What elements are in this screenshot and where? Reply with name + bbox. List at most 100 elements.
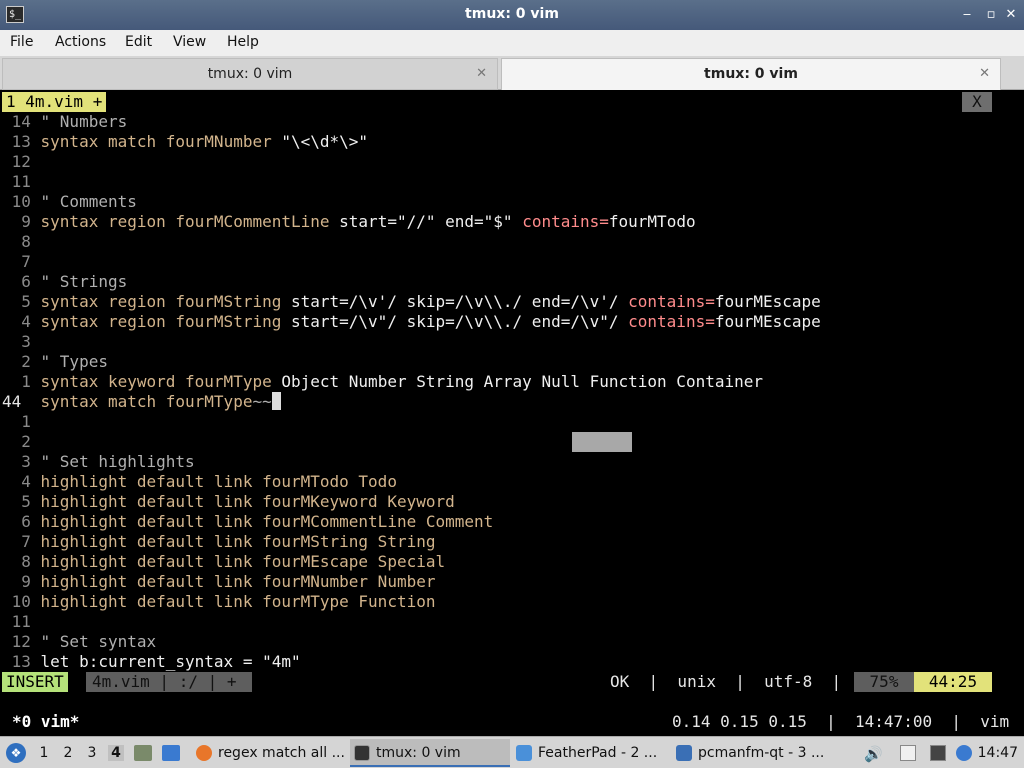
code-token: " Strings [40,272,128,291]
line-number: 44 [2,392,41,411]
line-number: 3 [2,332,41,351]
tmux-window-label[interactable]: *0 vim* [12,712,79,732]
code-line[interactable]: 7 highlight default link fourMString Str… [2,532,435,552]
workspace-1[interactable]: 1 [36,745,52,761]
vim-file-info: 4m.vim | :/ | + [86,672,252,692]
taskbar: ❖ 1 2 3 4 regex match all ... tmux: 0 vi… [0,736,1024,768]
clipboard-icon[interactable] [900,745,916,761]
file-manager-icon[interactable] [134,745,152,761]
vim-buffer-tab[interactable]: 1 4m.vim + [2,92,107,112]
window-title: tmux: 0 vim [465,6,559,22]
line-number: 5 [2,292,41,311]
code-line[interactable]: 4 syntax region fourMString start=/\v"/ … [2,312,821,332]
code-line[interactable]: 14 " Numbers [2,112,128,132]
volume-icon[interactable]: 🔊 [864,745,883,763]
code-token: syntax region fourMCommentLine [40,212,340,231]
menu-view[interactable]: View [173,34,206,50]
code-token: fourMEscape [714,312,821,331]
show-desktop-icon[interactable] [162,745,180,761]
menu-file[interactable]: File [10,34,33,50]
code-line[interactable]: 3 " Set highlights [2,452,195,472]
code-line[interactable]: 5 highlight default link fourMKeyword Ke… [2,492,454,512]
code-line[interactable]: 6 highlight default link fourMCommentLin… [2,512,493,532]
tab-label: tmux: 0 vim [704,66,798,82]
code-line[interactable]: 1 syntax keyword fourMType Object Number… [2,372,763,392]
vim-statusline: INSERT 4m.vim | :/ | + OK | unix | utf-8… [2,672,992,692]
tmux-status-right: 0.14 0.15 0.15 | 14:47:00 | vim [672,712,1010,731]
code-token: fourMEscape [714,292,821,311]
code-line[interactable]: 9 syntax region fourMCommentLine start="… [2,212,696,232]
start-menu-icon[interactable]: ❖ [6,743,26,763]
task-pcmanfm[interactable]: pcmanfm-qt - 3 ... [672,739,828,767]
code-line[interactable]: 10 highlight default link fourMType Func… [2,592,436,612]
code-line[interactable]: 12 [2,152,41,172]
code-line[interactable]: 9 highlight default link fourMNumber Num… [2,572,435,592]
line-number: 5 [2,492,41,511]
line-number: 6 [2,512,41,531]
code-line[interactable]: 8 highlight default link fourMEscape Spe… [2,552,445,572]
maximize-button[interactable]: ▫ [982,6,1000,24]
line-number: 1 [2,412,41,431]
tab-close-icon[interactable]: ✕ [979,59,990,89]
code-token: highlight default link fourMCommentLine … [40,512,494,531]
vim-mode-indicator: INSERT [2,672,68,692]
code-line[interactable]: 13 let b:current_syntax = "4m" [2,652,301,672]
code-line[interactable]: 8 [2,232,41,252]
update-notifier-icon[interactable] [956,745,972,761]
line-number: 12 [2,632,41,651]
code-token: " Set syntax [40,632,157,651]
firefox-icon [196,745,212,761]
vim-buffer-close-button[interactable]: X [962,92,992,112]
task-featherpad[interactable]: FeatherPad - 2 ... [512,739,668,767]
task-firefox[interactable]: regex match all ... [192,739,348,767]
task-terminal[interactable]: tmux: 0 vim [350,739,510,767]
workspace-4[interactable]: 4 [108,745,124,761]
line-number: 6 [2,272,41,291]
close-window-button[interactable]: ✕ [1002,6,1020,24]
tab-close-icon[interactable]: ✕ [476,59,487,89]
code-token: syntax region fourMString [40,292,291,311]
menubar: File Actions Edit View Help [0,30,1024,56]
code-token: contains= [628,292,715,311]
tab-terminal-1[interactable]: tmux: 0 vim ✕ [2,58,498,90]
tab-label: tmux: 0 vim [207,66,293,82]
code-line[interactable]: 10 " Comments [2,192,137,212]
code-line[interactable]: 11 [2,172,41,192]
code-line[interactable]: 5 syntax region fourMString start=/\v'/ … [2,292,821,312]
code-token: " Set highlights [40,452,195,471]
code-token: "\<\d*\>" [281,132,369,151]
task-label: FeatherPad - 2 ... [538,745,658,761]
code-line[interactable]: 2 [2,432,41,452]
code-token: let b:current_syntax = "4m" [40,652,301,671]
line-number: 3 [2,452,41,471]
code-token: fourMTodo [608,212,696,231]
tab-terminal-2[interactable]: tmux: 0 vim ✕ [501,58,1001,91]
code-line[interactable]: 4 highlight default link fourMTodo Todo [2,472,397,492]
line-number: 2 [2,432,41,451]
code-line[interactable]: 1 [2,412,41,432]
menu-help[interactable]: Help [227,34,259,50]
code-line[interactable]: 7 [2,252,41,272]
line-number: 12 [2,152,41,171]
code-token: contains= [628,312,715,331]
workspace-2[interactable]: 2 [60,745,76,761]
selection-block [572,432,632,452]
code-token: ~~ [252,392,272,411]
code-token: syntax match fourMType [40,392,253,411]
code-line[interactable]: 6 " Strings [2,272,127,292]
line-number: 7 [2,252,41,271]
workspace-3[interactable]: 3 [84,745,100,761]
network-icon[interactable] [930,745,946,761]
menu-edit[interactable]: Edit [125,34,152,50]
code-line[interactable]: 12 " Set syntax [2,632,157,652]
line-number: 10 [2,192,41,211]
minimize-button[interactable]: ‒ [958,6,976,24]
menu-actions[interactable]: Actions [55,34,106,50]
code-line[interactable]: 3 [2,332,41,352]
code-line[interactable]: 13 syntax match fourMNumber "\<\d*\>" [2,132,368,152]
code-line[interactable]: 44 syntax match fourMType~~ [2,392,281,412]
code-line[interactable]: 2 " Types [2,352,108,372]
line-number: 7 [2,532,41,551]
code-token: Object Number String Array Null Function… [281,372,763,391]
code-line[interactable]: 11 [2,612,41,632]
